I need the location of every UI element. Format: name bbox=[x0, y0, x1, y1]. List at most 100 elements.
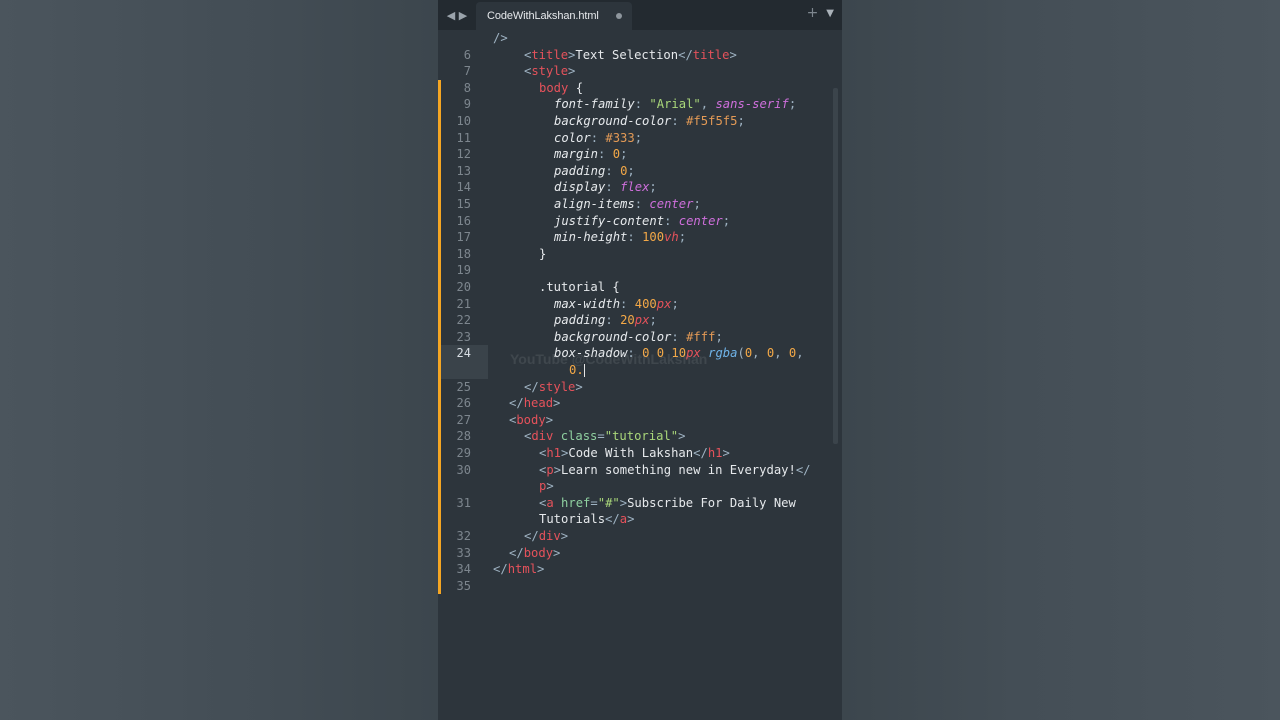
code-token: > bbox=[568, 64, 576, 79]
code-token: 20 bbox=[620, 313, 635, 328]
code-line[interactable]: 9 font-family: "Arial", sans-serif; bbox=[438, 96, 830, 113]
code-line[interactable]: 26 </head> bbox=[438, 395, 830, 412]
previous-tab-icon[interactable]: ◀ bbox=[446, 9, 456, 22]
code-token: px bbox=[656, 296, 672, 311]
line-number: 12 bbox=[456, 147, 471, 162]
code-token: : bbox=[627, 230, 643, 245]
next-tab-icon[interactable]: ▶ bbox=[458, 9, 468, 22]
code-token: 400 bbox=[634, 296, 657, 311]
code-line[interactable]: 13 padding: 0; bbox=[438, 163, 830, 180]
code-token: .tutorial bbox=[539, 280, 606, 294]
code-token: font-family bbox=[554, 97, 635, 112]
code-line[interactable]: 15 align-items: center; bbox=[438, 196, 830, 213]
code-line[interactable]: 18} bbox=[438, 246, 830, 263]
code-token: </ bbox=[605, 512, 620, 527]
code-line[interactable]: p> bbox=[438, 478, 830, 495]
line-number: 15 bbox=[456, 197, 471, 211]
code-token: > bbox=[729, 47, 737, 62]
line-number: 7 bbox=[463, 64, 471, 79]
line-number: 27 bbox=[456, 412, 471, 427]
code-token: a bbox=[619, 512, 628, 527]
code-token: : bbox=[605, 180, 621, 195]
code-token: justify-content bbox=[554, 213, 665, 228]
code-token: body bbox=[523, 545, 554, 560]
code-token: background-color bbox=[554, 114, 672, 128]
line-number: 18 bbox=[456, 246, 471, 261]
code-line[interactable]: Tutorials</a> bbox=[438, 511, 830, 528]
scrollbar[interactable] bbox=[833, 88, 838, 444]
code-token: h1 bbox=[546, 446, 562, 460]
code-line[interactable]: 7 <style> bbox=[438, 63, 830, 80]
code-token: : bbox=[605, 313, 621, 328]
code-text: .tutorial { bbox=[539, 279, 620, 296]
line-number: 6 bbox=[463, 47, 471, 62]
code-area[interactable]: /> 6 <title>Text Selection</title> 7 <style>… bbox=[438, 28, 830, 720]
background-right bbox=[842, 0, 1280, 720]
code-text: background-color: #f5f5f5; bbox=[554, 113, 745, 130]
code-token: #fff bbox=[686, 329, 716, 344]
code-token: { bbox=[568, 80, 584, 95]
new-tab-icon[interactable]: + bbox=[807, 6, 819, 20]
code-line[interactable]: 34 </html> bbox=[438, 561, 830, 578]
code-token: , bbox=[796, 346, 804, 361]
unsaved-dot-icon[interactable] bbox=[616, 13, 622, 19]
code-token: > bbox=[553, 396, 561, 411]
code-line[interactable]: 17 min-height: 100vh; bbox=[438, 229, 830, 246]
code-line[interactable]: 23 background-color: #fff; bbox=[438, 329, 830, 346]
code-text: justify-content: center; bbox=[554, 213, 730, 230]
line-number: 20 bbox=[456, 280, 471, 294]
code-line[interactable]: 31 <a href="#">Subscribe For Daily New bbox=[438, 495, 830, 512]
code-token: Tutorials bbox=[539, 512, 606, 527]
tab-codewithlakshan[interactable]: CodeWithLakshan.html bbox=[476, 2, 632, 30]
code-token: px bbox=[634, 313, 650, 328]
code-line[interactable]: 10 background-color: #f5f5f5; bbox=[438, 113, 830, 130]
code-token: Subscribe For Daily New bbox=[627, 495, 796, 510]
code-token: </ bbox=[509, 396, 524, 411]
code-token: : bbox=[605, 163, 621, 178]
line-number: 22 bbox=[456, 313, 471, 328]
code-line[interactable]: 29 <h1>Code With Lakshan</h1> bbox=[438, 445, 830, 462]
line-number: 28 bbox=[456, 429, 471, 444]
code-line[interactable]: 30 <p>Learn something new in Everyday!</ bbox=[438, 462, 830, 479]
code-token: : bbox=[634, 97, 650, 112]
code-line[interactable]: 16 justify-content: center; bbox=[438, 213, 830, 230]
tab-bar: ◀ ▶ CodeWithLakshan.html + ▼ bbox=[438, 0, 842, 30]
line-number: 21 bbox=[456, 296, 471, 311]
code-token: > bbox=[545, 412, 554, 427]
code-line[interactable]: 14 display: flex; bbox=[438, 179, 830, 196]
code-token: title bbox=[531, 47, 569, 62]
code-line[interactable]: 12 margin: 0; bbox=[438, 146, 830, 163]
code-token: #333 bbox=[605, 130, 635, 145]
code-line[interactable]: 32 </div> bbox=[438, 528, 830, 545]
code-text: <body> bbox=[509, 412, 553, 429]
code-token: background-color bbox=[554, 329, 672, 344]
code-line[interactable]: 22 padding: 20px; bbox=[438, 312, 830, 329]
code-token: 100 bbox=[642, 230, 665, 245]
code-line[interactable]: 8 body { bbox=[438, 80, 830, 97]
tab-label: CodeWithLakshan.html bbox=[487, 10, 599, 22]
code-token: href bbox=[561, 495, 591, 510]
code-line[interactable]: 21 max-width: 400px; bbox=[438, 296, 830, 313]
code-token: div bbox=[531, 429, 554, 444]
code-token: center bbox=[678, 213, 723, 228]
code-line[interactable]: /> bbox=[438, 30, 830, 47]
code-line[interactable]: 6 <title>Text Selection</title> bbox=[438, 47, 830, 64]
code-token: = bbox=[590, 495, 598, 510]
code-line[interactable]: 35 bbox=[438, 578, 830, 595]
code-line[interactable]: 33 </body> bbox=[438, 545, 830, 562]
code-token: html bbox=[507, 562, 538, 577]
code-token: ; bbox=[678, 230, 687, 245]
code-line[interactable]: 19 bbox=[438, 262, 830, 279]
code-line[interactable]: 28 <div class="tutorial"> bbox=[438, 428, 830, 445]
code-token: head bbox=[523, 396, 554, 411]
code-line[interactable]: 25 </style> bbox=[438, 379, 830, 396]
code-line[interactable]: 11 color: #333; bbox=[438, 130, 830, 147]
code-line[interactable]: 20 .tutorial { bbox=[438, 279, 830, 296]
code-text: </style> bbox=[524, 379, 583, 396]
line-number: 25 bbox=[456, 379, 471, 394]
tab-menu-icon[interactable]: ▼ bbox=[826, 8, 834, 19]
code-line[interactable]: 27 <body> bbox=[438, 412, 830, 429]
code-token: display bbox=[554, 180, 606, 195]
code-token: style bbox=[531, 64, 569, 79]
code-token: "tutorial" bbox=[604, 429, 679, 444]
